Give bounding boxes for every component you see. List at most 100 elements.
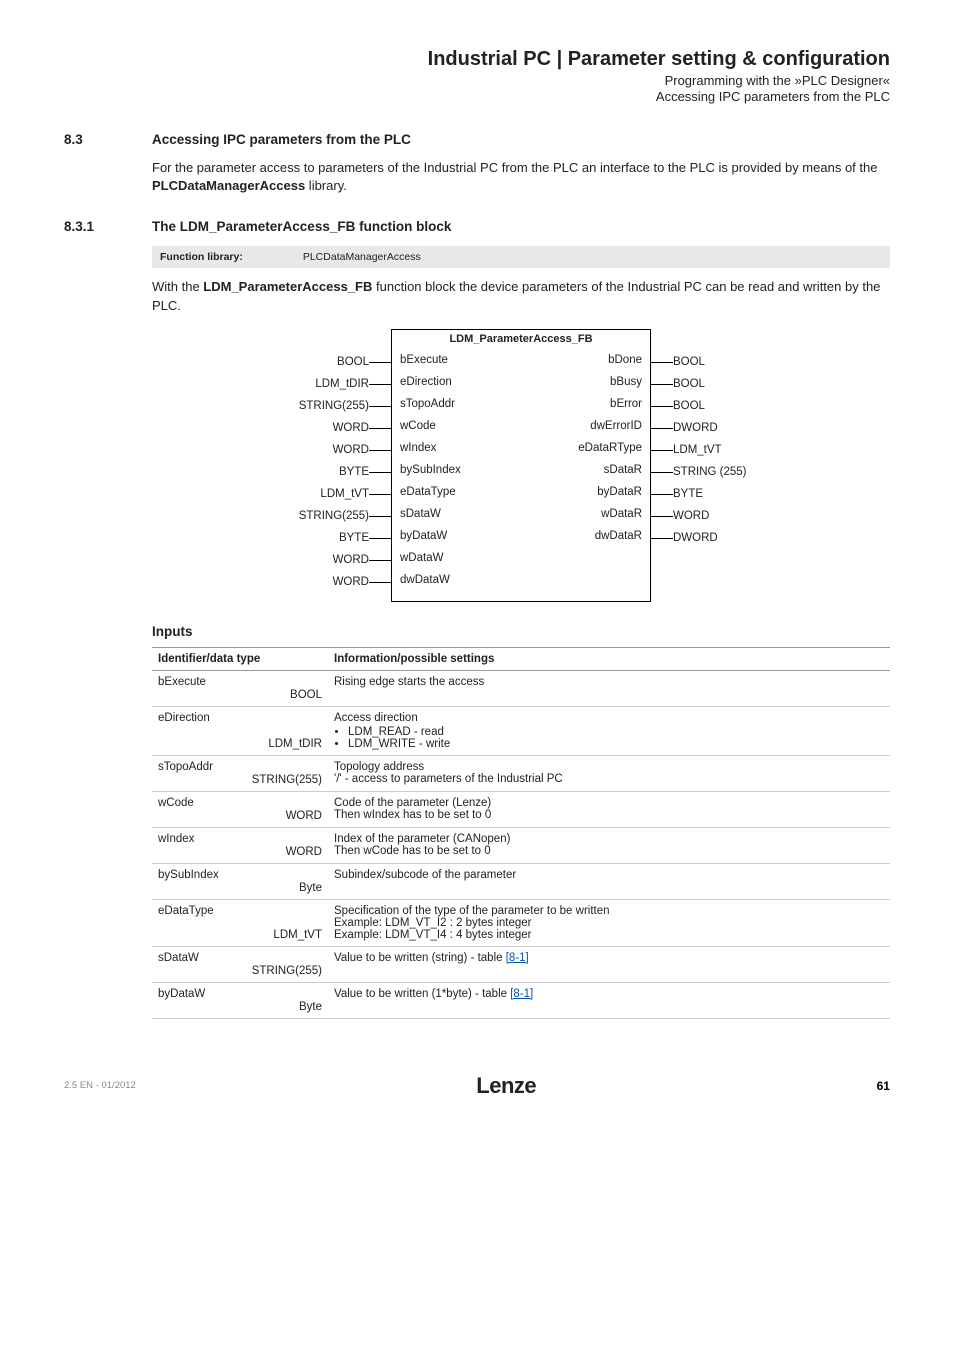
fb-input-type: BYTE — [259, 530, 369, 547]
fb-input-name: eDirection — [400, 376, 452, 388]
fb-input-type: LDM_tDIR — [259, 376, 369, 393]
input-identifier: bySubIndex — [152, 863, 230, 899]
fb-output-type: BOOL — [673, 398, 783, 415]
function-library-bar: Function library: PLCDataManagerAccess — [152, 246, 890, 268]
input-datatype: WORD — [230, 827, 328, 863]
table-row: sTopoAddrSTRING(255)Topology address'/' … — [152, 755, 890, 791]
fb-port-row: bySubIndex sDataR — [400, 462, 642, 479]
input-identifier: eDirection — [152, 706, 230, 755]
input-identifier: sTopoAddr — [152, 755, 230, 791]
fb-port-row: byDataW dwDataR — [400, 528, 642, 545]
input-info: Value to be written (string) - table [8-… — [328, 946, 890, 982]
fb-input-type: LDM_tVT — [259, 486, 369, 503]
fb-port-row: dwDataW — [400, 572, 642, 589]
table-row: byDataWByteValue to be written (1*byte) … — [152, 982, 890, 1018]
fb-input-type: BYTE — [259, 464, 369, 481]
fb-port-row: eDataType byDataR — [400, 484, 642, 501]
brand-logo: Lenze — [476, 1073, 536, 1099]
doc-subtitle-1: Programming with the »PLC Designer« — [64, 73, 890, 88]
input-datatype: WORD — [230, 791, 328, 827]
info-text: Value to be written (1*byte) - table — [334, 988, 510, 1000]
table-row: eDirectionLDM_tDIRAccess directionLDM_RE… — [152, 706, 890, 755]
fb-input-name: bExecute — [400, 354, 448, 366]
fb-input-name: eDataType — [400, 486, 456, 498]
section-8-3-body: For the parameter access to parameters o… — [152, 159, 890, 195]
fb-connector — [369, 530, 391, 547]
fb-connector — [369, 508, 391, 525]
table-row: bySubIndexByteSubindex/subcode of the pa… — [152, 863, 890, 899]
fb-output-type: DWORD — [673, 420, 783, 437]
fb-output-name: bDone — [608, 354, 642, 366]
doc-subtitle-2: Accessing IPC parameters from the PLC — [64, 89, 890, 104]
fb-connector — [651, 530, 673, 547]
input-identifier: sDataW — [152, 946, 230, 982]
fb-connector — [651, 464, 673, 481]
fb-port-row: sTopoAddrbError — [400, 396, 642, 413]
fb-port-row: bExecute bDone — [400, 352, 642, 369]
fb-output-name: eDataRType — [578, 442, 642, 454]
fb-connector — [651, 376, 673, 393]
fb-output-name: byDataR — [597, 486, 642, 498]
fb-input-type: STRING(255) — [259, 508, 369, 525]
function-library-value: PLCDataManagerAccess — [303, 251, 421, 263]
table-ref-link[interactable]: [8-1] — [506, 952, 529, 964]
fb-input-name: dwDataW — [400, 574, 450, 586]
fb-connector — [369, 376, 391, 393]
fb-output-type: DWORD — [673, 530, 783, 547]
doc-title: Industrial PC | Parameter setting & conf… — [64, 48, 890, 71]
fb-connector — [369, 420, 391, 437]
info-bullet-list: LDM_READ - readLDM_WRITE - write — [334, 726, 884, 750]
input-identifier: bExecute — [152, 670, 230, 706]
input-info: Value to be written (1*byte) - table [8-… — [328, 982, 890, 1018]
fb-output-name: sDataR — [604, 464, 642, 476]
section-title: Accessing IPC parameters from the PLC — [152, 132, 411, 147]
para-text: For the parameter access to parameters o… — [152, 160, 877, 175]
fb-input-name: bySubIndex — [400, 464, 461, 476]
fb-connector — [651, 354, 673, 371]
input-datatype: LDM_tDIR — [230, 706, 328, 755]
section-number: 8.3 — [64, 132, 124, 147]
fb-input-name: wIndex — [400, 442, 436, 454]
input-datatype: BOOL — [230, 670, 328, 706]
fb-output-type: BOOL — [673, 376, 783, 393]
info-bullet: LDM_WRITE - write — [348, 738, 884, 750]
input-info: Subindex/subcode of the parameter — [328, 863, 890, 899]
input-datatype: STRING(255) — [230, 946, 328, 982]
fb-connector — [369, 486, 391, 503]
info-text: Value to be written (string) - table — [334, 952, 506, 964]
function-block-diagram: LDM_ParameterAccess_FB BOOLLDM_tDIRSTRIN… — [152, 329, 890, 602]
section-8-3-heading: 8.3 Accessing IPC parameters from the PL… — [64, 132, 890, 147]
fb-input-name: sTopoAddr — [400, 398, 455, 410]
fb-connector — [369, 552, 391, 569]
section-title: The LDM_ParameterAccess_FB function bloc… — [152, 219, 451, 234]
para-text-end: library. — [305, 178, 347, 193]
input-datatype: STRING(255) — [230, 755, 328, 791]
page-number: 61 — [877, 1079, 890, 1093]
fb-connector — [369, 464, 391, 481]
section-8-3-1-paragraph: With the LDM_ParameterAccess_FB function… — [152, 278, 890, 314]
page-footer: 2.5 EN - 01/2012 Lenze 61 — [64, 1073, 890, 1099]
fb-output-type: WORD — [673, 508, 783, 525]
fb-connector — [651, 420, 673, 437]
fb-input-type: WORD — [259, 442, 369, 459]
fb-input-type: BOOL — [259, 354, 369, 371]
fb-output-name: dwErrorID — [590, 420, 642, 432]
table-ref-link[interactable]: [8-1] — [510, 988, 533, 1000]
fb-input-name: byDataW — [400, 530, 447, 542]
input-info: Rising edge starts the access — [328, 670, 890, 706]
fb-port-row: wDataW — [400, 550, 642, 567]
input-info: Index of the parameter (CANopen)Then wCo… — [328, 827, 890, 863]
fb-output-name: dwDataR — [595, 530, 642, 542]
doc-version: 2.5 EN - 01/2012 — [64, 1080, 136, 1091]
info-bullet: LDM_READ - read — [348, 726, 884, 738]
fb-input-name: wCode — [400, 420, 436, 432]
table-row: wCodeWORDCode of the parameter (Lenze)Th… — [152, 791, 890, 827]
fb-connector — [651, 398, 673, 415]
fb-output-type: STRING (255) — [673, 464, 783, 481]
section-8-3-1-body: Function library: PLCDataManagerAccess W… — [152, 246, 890, 1018]
inputs-heading: Inputs — [152, 624, 890, 639]
section-number: 8.3.1 — [64, 219, 124, 234]
fb-output-type: BYTE — [673, 486, 783, 503]
fb-connector — [651, 442, 673, 459]
input-info: Topology address'/' - access to paramete… — [328, 755, 890, 791]
